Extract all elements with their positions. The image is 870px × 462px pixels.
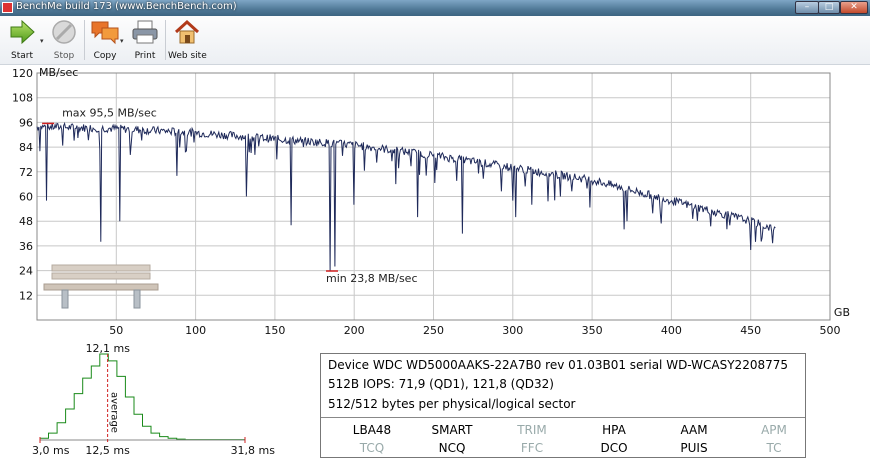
feature-hpa: HPA <box>602 423 626 437</box>
divider <box>321 417 805 418</box>
x-tick-label: 250 <box>423 324 444 337</box>
bench-illustration <box>43 264 159 309</box>
y-tick-label: 72 <box>19 166 33 179</box>
home-icon <box>174 19 200 44</box>
histogram-average-value: 12,5 ms <box>85 444 130 457</box>
transfer-rate-chart: MB/sec GB 12 24 36 48 60 72 84 96 108 120 50 100 150… <box>12 66 850 337</box>
histogram-min-label: 3,0 ms <box>32 444 70 457</box>
start-label: Start <box>11 51 33 61</box>
toolbar-separator <box>84 20 85 60</box>
feature-apm: APM <box>761 423 787 437</box>
device-info-panel: Device WDC WD5000AAKS-22A7B0 rev 01.03B0… <box>320 353 806 458</box>
minimize-button[interactable]: – <box>795 1 819 14</box>
y-tick-label: 36 <box>19 240 33 253</box>
copy-label: Copy <box>93 51 117 61</box>
device-sector: 512/512 bytes per physical/logical secto… <box>328 397 576 411</box>
y-tick-label: 108 <box>12 92 33 105</box>
x-tick-label: 500 <box>820 324 841 337</box>
printer-icon <box>132 20 158 44</box>
website-button[interactable]: Web site <box>168 16 207 64</box>
feature-ncq: NCQ <box>438 441 466 455</box>
feature-tcq: TCQ <box>359 441 385 455</box>
y-tick-label: 24 <box>19 265 33 278</box>
x-tick-label: 400 <box>661 324 682 337</box>
x-tick-label: 450 <box>740 324 761 337</box>
x-tick-label: 50 <box>109 324 123 337</box>
stop-icon <box>52 20 76 44</box>
y-tick-label: 48 <box>19 215 33 228</box>
feature-trim: TRIM <box>517 423 547 437</box>
start-arrow-icon <box>10 19 35 45</box>
device-iops: 512B IOPS: 71,9 (QD1), 121,8 (QD32) <box>328 377 554 391</box>
y-tick-label: 60 <box>19 191 33 204</box>
x-tick-label: 350 <box>582 324 603 337</box>
copy-button[interactable]: Copy <box>88 16 122 64</box>
histogram-max-label: 31,8 ms <box>231 444 276 457</box>
stop-label: Stop <box>53 51 75 61</box>
feature-tc: TC <box>766 441 782 455</box>
print-button[interactable]: Print <box>128 16 162 64</box>
toolbar: Start ▾ Stop Copy ▾ Print Web site <box>0 16 870 65</box>
print-label: Print <box>134 51 156 61</box>
x-tick-label: 100 <box>185 324 206 337</box>
min-rate-label: min 23,8 MB/sec <box>326 272 418 285</box>
start-button[interactable]: Start <box>4 16 40 64</box>
y-tick-label: 84 <box>19 141 33 154</box>
copy-chat-icon <box>91 21 119 45</box>
stop-button[interactable]: Stop <box>48 16 80 64</box>
copy-dropdown-icon[interactable]: ▾ <box>120 37 124 45</box>
feature-puis: PUIS <box>680 441 708 455</box>
x-tick-label: 150 <box>264 324 285 337</box>
feature-smart: SMART <box>431 423 473 437</box>
website-label: Web site <box>168 51 207 61</box>
histogram-outline <box>39 353 246 441</box>
access-time-histogram: 12,1 ms 3,0 ms 12,5 ms 31,8 ms average <box>32 342 276 457</box>
feature-ffc: FFC <box>520 441 544 455</box>
feature-aam: AAM <box>680 423 708 437</box>
start-dropdown-icon[interactable]: ▾ <box>40 37 44 45</box>
x-axis-label: GB <box>834 306 850 319</box>
y-tick-label: 96 <box>19 116 33 129</box>
histogram-average-label: average <box>109 392 120 433</box>
title-bar[interactable]: BenchMe build 173 (www.BenchBench.com) –… <box>0 0 870 16</box>
max-rate-label: max 95,5 MB/sec <box>62 106 157 119</box>
toolbar-separator <box>165 20 166 60</box>
window-title: BenchMe build 173 (www.BenchBench.com) <box>16 1 237 12</box>
maximize-button[interactable]: □ <box>818 1 840 14</box>
device-model: Device WDC WD5000AAKS-22A7B0 rev 01.03B0… <box>328 358 788 372</box>
x-tick-label: 300 <box>502 324 523 337</box>
histogram-peak-label: 12,1 ms <box>86 342 131 355</box>
app-icon <box>2 2 13 13</box>
feature-lba48: LBA48 <box>352 423 392 437</box>
y-axis-label: MB/sec <box>39 66 78 79</box>
histogram-area <box>39 353 246 443</box>
y-tick-label: 120 <box>12 67 33 80</box>
feature-dco: DCO <box>600 441 628 455</box>
x-tick-label: 200 <box>344 324 365 337</box>
close-button[interactable]: ✕ <box>840 1 868 14</box>
y-tick-label: 12 <box>19 289 33 302</box>
